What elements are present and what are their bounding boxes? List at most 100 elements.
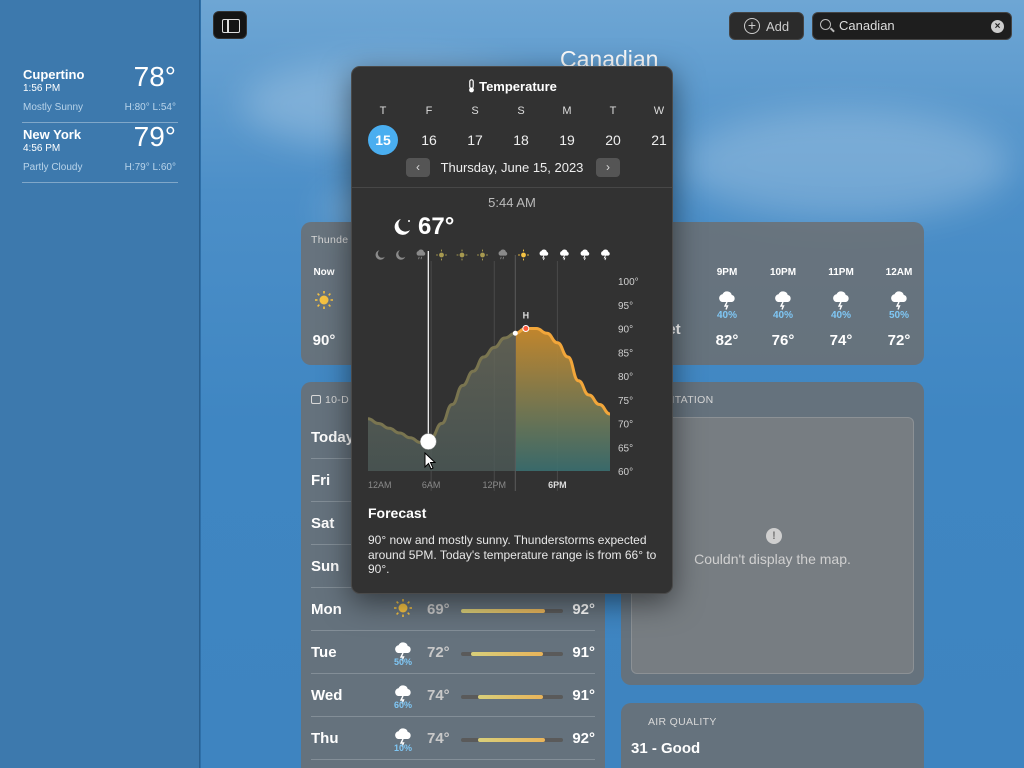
sidebar-location-cupertino[interactable]: Cupertino 1:56 PM 78° Mostly Sunny H:80°… (22, 61, 178, 123)
now-point (512, 330, 518, 336)
air-quality-card: AIR QUALITY 31 - Good (621, 703, 924, 768)
date-button[interactable]: 16 (414, 125, 444, 155)
next-day-button[interactable]: › (596, 158, 620, 177)
weekday-label: T (379, 105, 387, 117)
popup-title: Temperature (352, 79, 672, 94)
date-button[interactable]: 17 (460, 125, 490, 155)
search-icon (820, 19, 831, 30)
date-button[interactable]: 21 (644, 125, 672, 155)
location-condition: Mostly Sunny (23, 102, 84, 113)
thunderstorm-icon (560, 249, 569, 261)
temp-range-bar (461, 609, 563, 613)
date-button[interactable]: 15 (368, 125, 398, 155)
sun-icon (391, 598, 415, 623)
hour-time: 9PM (716, 267, 738, 278)
y-tick-label: 70° (618, 420, 633, 431)
day-low: 74° (427, 687, 450, 704)
thunderstorm-icon (601, 249, 610, 261)
y-tick-label: 90° (618, 325, 633, 336)
hour-temp: 74° (829, 332, 853, 349)
location-name: Cupertino (23, 67, 85, 82)
alert-icon: ! (766, 528, 782, 544)
sun-icon (477, 249, 488, 261)
search-input[interactable] (839, 18, 989, 33)
temp-range-bar (461, 738, 563, 742)
mouse-cursor (424, 451, 437, 475)
weekday-label: F (425, 105, 433, 117)
x-tick-label: 6PM (548, 480, 567, 490)
temp-range-bar (461, 695, 563, 699)
location-name: New York (23, 127, 82, 142)
date-button[interactable]: 19 (552, 125, 582, 155)
thunderstorm-icon (580, 249, 590, 261)
hour-time: 12AM (885, 267, 913, 278)
y-tick-label: 65° (618, 443, 633, 454)
forecast-text: 90° now and mostly sunny. Thunderstorms … (368, 533, 657, 576)
time-readout: 5:44 AM (488, 195, 536, 210)
x-tick-label: 12PM (483, 480, 507, 490)
plus-circle-icon: + (744, 18, 760, 34)
location-temp: 79° (133, 121, 176, 152)
add-button-label: Add (766, 19, 790, 34)
day-row[interactable]: Tue 50% 72° 91° (311, 631, 595, 674)
temp-range-bar (461, 652, 563, 656)
day-name: Tue (311, 644, 337, 661)
thunderstorm-icon (758, 290, 808, 310)
date-button[interactable]: 20 (598, 125, 628, 155)
hour-temp: 90° (312, 332, 336, 349)
clear-search-icon[interactable]: × (991, 20, 1004, 33)
temperature-popup: Temperature TFSSMTW 15 16 17 18 19 20 21 ‹ Thu… (351, 66, 673, 594)
thunderstorm-icon (539, 249, 549, 261)
day-precip: 60% (393, 700, 412, 710)
day-name: Wed (311, 687, 343, 704)
day-name: Mon (311, 601, 342, 618)
thunderstorm-icon (874, 290, 924, 310)
day-low: 69° (427, 601, 450, 618)
hour-temp: 76° (771, 332, 795, 349)
day-row[interactable]: Mon 69° 92° (311, 588, 595, 631)
air-quality-icon (633, 715, 643, 725)
sidebar-toggle-button[interactable] (213, 11, 247, 39)
moon-cloud-icon (392, 217, 414, 242)
day-high: 92° (572, 730, 595, 747)
day-high: 92° (572, 601, 595, 618)
temperature-chart[interactable]: 100° 95° 90° 85° 80° 75° 70° 65° 60° 12AM 6AM 12PM 6… (352, 247, 673, 497)
y-tick-label: 85° (618, 348, 633, 359)
thunderstorm-icon (816, 290, 866, 310)
thunderstorm-icon (702, 290, 752, 310)
air-quality-header: AIR QUALITY (633, 715, 717, 728)
high-marker (522, 325, 530, 332)
weekday-label: S (517, 105, 525, 117)
hour-item: 10PM 40% 76° (758, 267, 808, 349)
date-button[interactable]: 18 (506, 125, 536, 155)
day-row[interactable]: Wed 60% 74° 91° (311, 674, 595, 717)
sun-icon (456, 249, 468, 261)
rain-icon (498, 249, 508, 260)
add-location-button[interactable]: + Add (729, 12, 804, 40)
hour-time: 11PM (828, 267, 854, 278)
forecast-title: Forecast (368, 505, 427, 521)
hour-item: Now 90° (299, 267, 349, 349)
y-tick-label: 100° (618, 277, 639, 288)
y-tick-label: 60° (618, 467, 633, 478)
sun-icon (299, 290, 349, 310)
day-low: 74° (427, 730, 450, 747)
hour-item: 12AM 50% 72° (874, 267, 924, 349)
day-name: Thu (311, 730, 339, 747)
location-hilo: H:79° L:60° (124, 162, 176, 173)
sidebar-icon (222, 19, 240, 33)
day-name: Today (311, 429, 355, 446)
day-row[interactable]: Thu 10% 74° 92° (311, 717, 595, 760)
day-name: Sat (311, 515, 335, 532)
sidebar-location-new-york[interactable]: New York 4:56 PM 79° Partly Cloudy H:79°… (22, 121, 178, 183)
hour-precip: 40% (830, 310, 851, 321)
y-tick-label: 95° (618, 301, 633, 312)
location-temp: 78° (133, 61, 176, 92)
map-error-message: Couldn't display the map. (694, 551, 851, 567)
weekday-label: S (471, 105, 479, 117)
precipitation-map[interactable]: ! Couldn't display the map. (631, 417, 914, 674)
selection-point (420, 433, 437, 450)
day-precip: 50% (393, 657, 412, 667)
location-time: 1:56 PM (23, 83, 61, 94)
weekday-label: W (653, 105, 665, 117)
